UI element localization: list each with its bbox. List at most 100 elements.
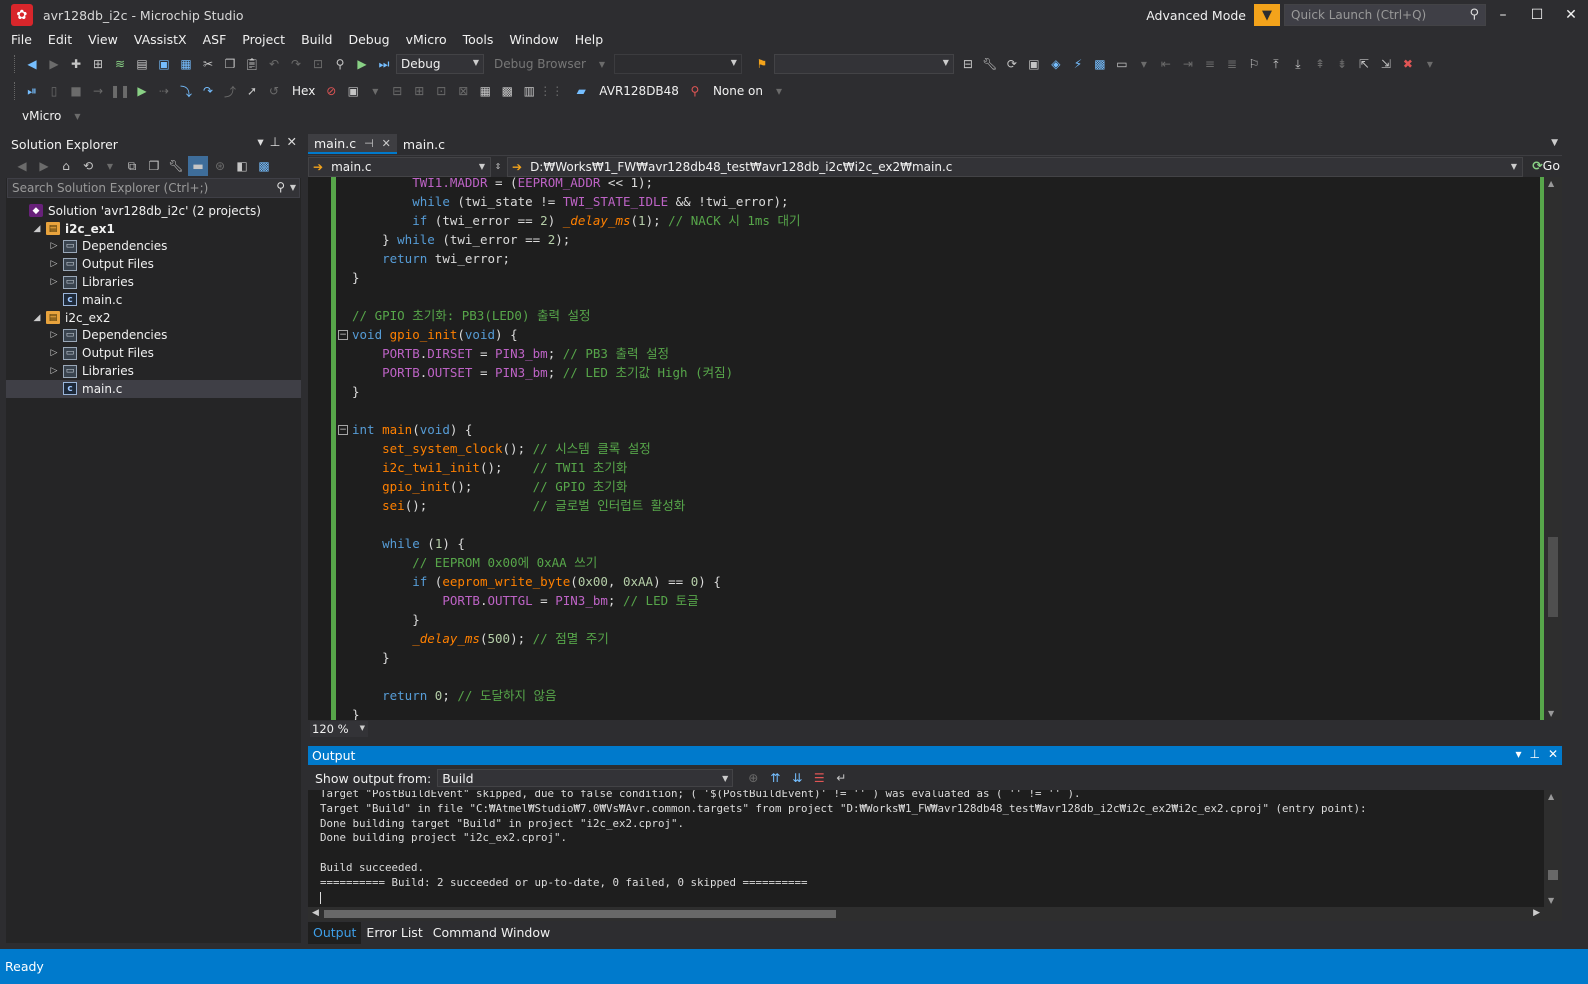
start-without-debug-icon[interactable]: ⏭ — [374, 54, 394, 74]
mcc-icon[interactable]: ▩ — [254, 156, 274, 176]
toolbar-grip[interactable] — [14, 55, 18, 73]
device-programming-icon[interactable]: ▣ — [1024, 54, 1044, 74]
scroll-up-icon[interactable]: ▲ — [1548, 792, 1554, 801]
code-line[interactable]: // GPIO 초기화: PB3(LED0) 출력 설정 — [340, 306, 1540, 325]
device-label[interactable]: AVR128DB48 — [599, 84, 679, 98]
pin-icon[interactable]: ⊥ — [1529, 747, 1539, 761]
undo-icon[interactable]: ↶ — [264, 54, 284, 74]
expanded-icon[interactable]: ◢ — [31, 224, 43, 234]
paste-icon[interactable]: 📋︎ — [242, 54, 262, 74]
memory-icon[interactable]: ⊡ — [431, 81, 451, 101]
refresh-icon[interactable]: ⟳ — [1002, 54, 1022, 74]
file-nav-select[interactable]: ➔ main.c ▼ — [308, 156, 491, 177]
programming-icon[interactable]: ▥ — [519, 81, 539, 101]
tree-item[interactable]: ▷ ▭ Libraries — [6, 273, 301, 291]
wrench-icon[interactable]: 🔧︎ — [166, 156, 186, 176]
menu-project[interactable]: Project — [234, 30, 293, 50]
clear-bookmarks-icon[interactable]: ✖ — [1398, 54, 1418, 74]
io-view-icon[interactable]: ⊠ — [453, 81, 473, 101]
toolbar-overflow-icon[interactable]: ▾ — [1420, 54, 1440, 74]
menu-tools[interactable]: Tools — [455, 30, 502, 50]
menu-file[interactable]: File — [3, 30, 40, 50]
code-line[interactable]: } while (twi_error == 2); — [340, 230, 1540, 249]
code-line[interactable]: if (twi_error == 2) _delay_ms(1); // NAC… — [340, 211, 1540, 230]
scroll-thumb[interactable] — [324, 910, 836, 918]
back-icon[interactable]: ◀ — [12, 156, 32, 176]
redo-icon[interactable]: ↷ — [286, 54, 306, 74]
quick-launch-input[interactable]: Quick Launch (Ctrl+Q) ⚲ — [1284, 4, 1486, 26]
toolbar-grip[interactable] — [14, 82, 18, 100]
code-line[interactable] — [340, 401, 1540, 420]
collapsed-icon[interactable]: ▷ — [48, 277, 60, 287]
new-project-icon[interactable]: ✚ — [66, 54, 86, 74]
save-all-icon[interactable]: ▦ — [176, 54, 196, 74]
go-button[interactable]: ⟳Go — [1532, 158, 1560, 173]
extensions-icon[interactable]: ⚡ — [1068, 54, 1088, 74]
open-file-icon[interactable]: ▤ — [132, 54, 152, 74]
menu-vmicro[interactable]: vMicro — [398, 30, 455, 50]
code-line[interactable]: − void gpio_init(void) { — [338, 325, 1540, 344]
find-combo-icon[interactable]: ⚑ — [752, 54, 772, 74]
code-line[interactable]: while (1) { — [340, 534, 1540, 553]
scroll-left-icon[interactable]: ◀ — [312, 908, 319, 918]
properties-icon[interactable]: ◧ — [232, 156, 252, 176]
code-line[interactable] — [340, 667, 1540, 686]
console-icon[interactable]: ▭ — [1112, 54, 1132, 74]
chevron-down-icon[interactable]: ▾ — [257, 134, 263, 149]
code-line[interactable]: if (eeprom_write_byte(0x00, 0xAA) == 0) … — [340, 572, 1540, 591]
attach-icon[interactable]: ▯ — [44, 81, 64, 101]
code-line[interactable]: set_system_clock(); // 시스템 클록 설정 — [340, 439, 1540, 458]
collapsed-icon[interactable]: ▷ — [48, 241, 60, 251]
show-next-statement-icon[interactable]: ⇢ — [154, 81, 174, 101]
code-line[interactable]: TWI1.MADDR = (EEPROM_ADDR << 1); — [340, 177, 1540, 192]
tree-item[interactable]: ▷ ▭ Dependencies — [6, 238, 301, 256]
start-debugging-break-icon[interactable]: ⏯ — [22, 81, 42, 101]
hex-toggle[interactable]: Hex — [292, 84, 315, 98]
output-text[interactable]: Target "PostBuildEvent" skipped, due to … — [308, 790, 1562, 907]
outdent-icon[interactable]: ⇤ — [1156, 54, 1176, 74]
reset-icon[interactable]: ↺ — [264, 81, 284, 101]
find-icon[interactable]: ⚲ — [330, 54, 350, 74]
preview-icon[interactable]: ⊛ — [210, 156, 230, 176]
code-line[interactable]: i2c_twi1_init(); // TWI1 초기화 — [340, 458, 1540, 477]
menu-debug[interactable]: Debug — [340, 30, 397, 50]
start-page-icon[interactable]: ◈ — [1046, 54, 1066, 74]
tree-item[interactable]: ◢ ▤ i2c_ex2 — [6, 309, 301, 327]
pause-icon[interactable]: ❚❚ — [110, 81, 130, 101]
code-line[interactable]: PORTB.OUTTGL = PIN3_bm; // LED 토글 — [340, 591, 1540, 610]
tool-label[interactable]: None on — [713, 84, 763, 98]
chevron-down-icon[interactable]: ▼ — [365, 81, 385, 101]
grid-icon[interactable]: ⋮⋮ — [539, 81, 563, 101]
code-line[interactable]: } — [340, 268, 1540, 287]
next-bookmark-icon[interactable]: ⤓ — [1288, 54, 1308, 74]
solution-icon[interactable]: ⊟ — [958, 54, 978, 74]
restart-icon[interactable]: → — [88, 81, 108, 101]
disassembly-icon[interactable]: ⊟ — [387, 81, 407, 101]
code-line[interactable]: PORTB.DIRSET = PIN3_bm; // PB3 출력 설정 — [340, 344, 1540, 363]
add-item-icon[interactable]: ⊞ — [88, 54, 108, 74]
clear-all-icon[interactable]: ☰ — [809, 768, 829, 788]
menu-vassistx[interactable]: VAssistX — [126, 30, 195, 50]
code-line[interactable]: } — [340, 382, 1540, 401]
chevron-down-icon[interactable]: ▼ — [100, 156, 120, 176]
code-line[interactable]: return 0; // 도달하지 않음 — [340, 686, 1540, 705]
tree-item[interactable]: c main.c — [6, 291, 301, 309]
tree-item[interactable]: ▷ ▭ Libraries — [6, 362, 301, 380]
bookmark-icon[interactable]: ⚐ — [1244, 54, 1264, 74]
toolbar-options-icon[interactable]: ▾ — [1134, 54, 1154, 74]
find-combo-select[interactable]: ▼ — [773, 54, 954, 74]
code-line[interactable]: // EEPROM 0x00에 0xAA 쓰기 — [340, 553, 1540, 572]
copy-icon[interactable]: ❐ — [220, 54, 240, 74]
pending-changes-icon[interactable]: ⧉ — [122, 156, 142, 176]
scroll-thumb[interactable] — [1548, 870, 1558, 880]
code-line[interactable]: } — [340, 648, 1540, 667]
prev-bookmark-folder-icon[interactable]: ⇞ — [1310, 54, 1330, 74]
menu-edit[interactable]: Edit — [40, 30, 80, 50]
step-out-icon[interactable]: ⤴ — [220, 81, 240, 101]
tab-error-list[interactable]: Error List — [361, 922, 427, 944]
collapsed-icon[interactable]: ▷ — [48, 330, 60, 340]
advanced-mode-label[interactable]: Advanced Mode — [1146, 8, 1246, 23]
toolbar-overflow-icon[interactable]: ▾ — [769, 81, 789, 101]
word-wrap-icon[interactable]: ↵ — [831, 768, 851, 788]
save-icon[interactable]: ▣ — [154, 54, 174, 74]
